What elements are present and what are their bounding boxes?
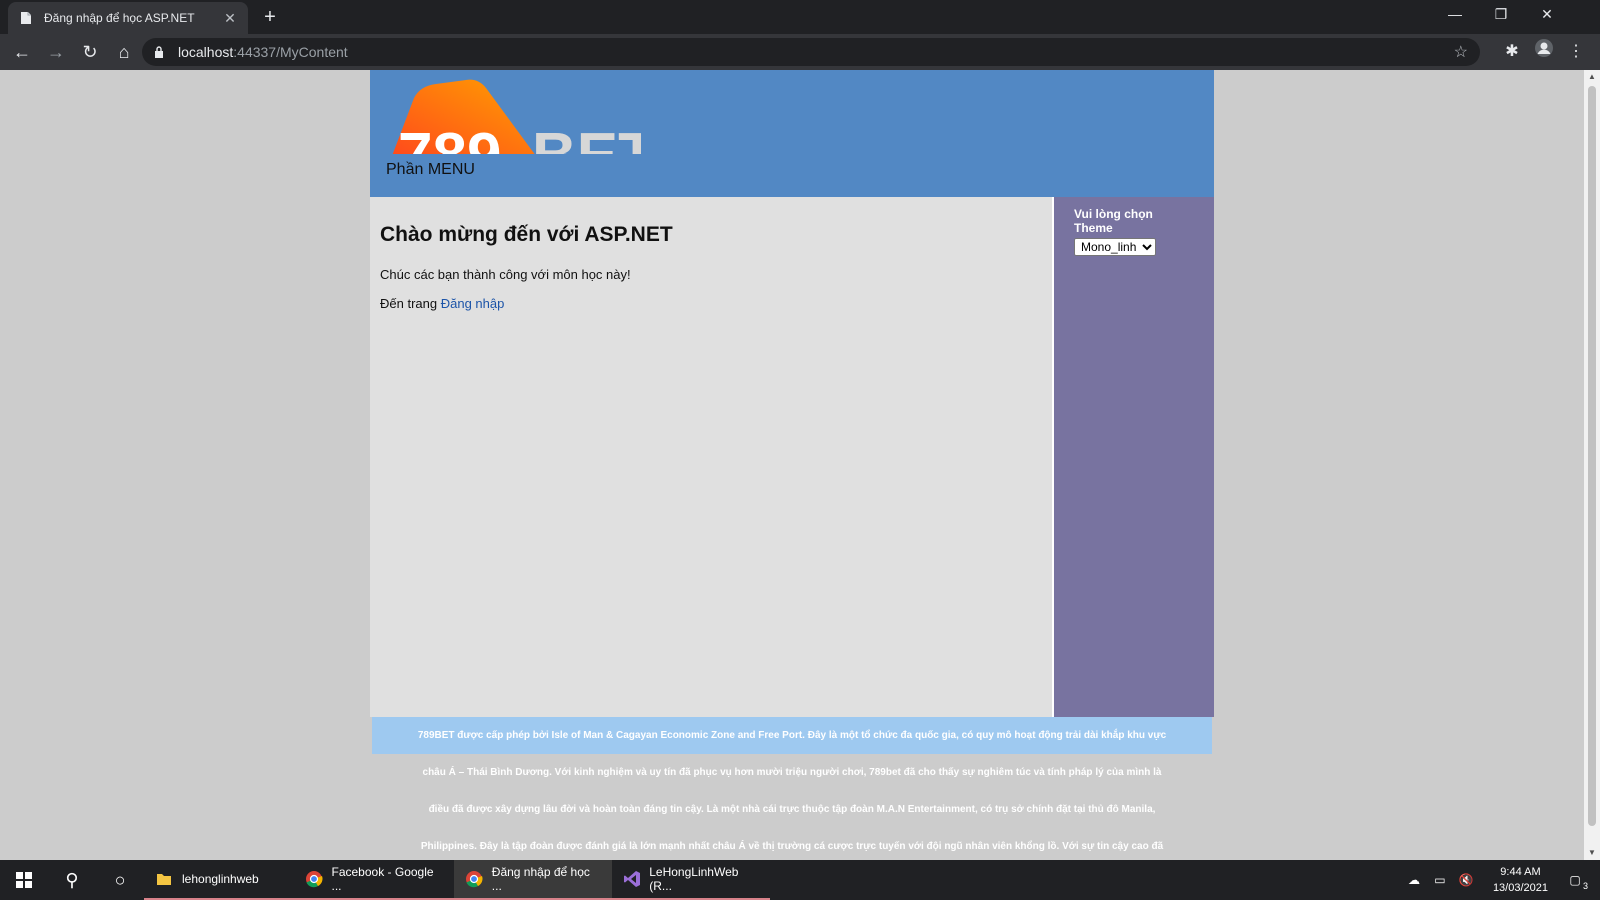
taskbar-clock[interactable]: 9:44 AM 13/03/2021 <box>1493 864 1548 896</box>
system-tray: ☁ ▭ 🔇 9:44 AM 13/03/2021 ▢ 3 <box>1401 860 1600 900</box>
taskbar-item[interactable]: LeHongLinhWeb (R... <box>612 860 770 900</box>
restore-button[interactable]: ❐ <box>1478 0 1524 30</box>
site-header: 789 BET Phần MENU <box>370 70 1214 197</box>
notifications-icon[interactable]: ▢ 3 <box>1564 873 1588 891</box>
cortana-icon[interactable]: ○ <box>96 860 144 900</box>
scroll-up-arrow-icon[interactable]: ▲ <box>1584 70 1600 84</box>
goto-line: Đến trang Đăng nhập <box>380 296 1042 311</box>
theme-select[interactable]: Mono_linh <box>1074 238 1156 256</box>
footer-line: 789BET được cấp phép bởi Isle of Man & C… <box>372 717 1212 754</box>
main-content: Chào mừng đến với ASP.NET Chúc các bạn t… <box>370 197 1052 717</box>
windows-taskbar: ⚲ ○ lehonglinhweb Facebook - Google ... … <box>0 860 1600 900</box>
browser-tab-strip: Đăng nhập để học ASP.NET ✕ + — ❐ ✕ <box>0 0 1600 34</box>
onedrive-icon[interactable]: ☁ <box>1403 873 1425 887</box>
taskbar-item-label: LeHongLinhWeb (R... <box>649 865 739 893</box>
address-bar[interactable]: localhost:44337/MyContent ☆ <box>142 38 1480 66</box>
new-tab-button[interactable]: + <box>258 5 282 29</box>
footer-line: Philippines. Đây là tập đoàn được đánh g… <box>420 841 1164 852</box>
windows-logo-icon <box>16 872 32 888</box>
network-icon[interactable]: ▭ <box>1429 873 1451 887</box>
footer-line: châu Á – Thái Bình Dương. Với kinh nghiệ… <box>422 767 1162 778</box>
url-host: localhost <box>178 44 234 60</box>
login-link[interactable]: Đăng nhập <box>441 296 505 311</box>
taskbar-item-active[interactable]: Đăng nhập để học ... <box>454 860 612 900</box>
volume-muted-icon[interactable]: 🔇 <box>1455 873 1477 887</box>
lock-icon <box>154 46 166 58</box>
taskbar-item[interactable]: Facebook - Google ... <box>294 860 454 900</box>
site-footer: 789BET được cấp phép bởi Isle of Man & C… <box>370 717 1214 860</box>
home-button[interactable]: ⌂ <box>108 36 140 68</box>
folder-icon <box>154 869 174 889</box>
profile-avatar[interactable] <box>1530 38 1558 66</box>
clock-date: 13/03/2021 <box>1492 882 1548 894</box>
chrome-icon <box>304 869 324 889</box>
minimize-button[interactable]: — <box>1432 0 1478 30</box>
clock-time: 9:44 AM <box>1500 866 1541 878</box>
svg-text:BET: BET <box>532 121 641 156</box>
tab-title: Đăng nhập để học ASP.NET <box>44 11 195 25</box>
page-favicon-icon <box>18 10 34 26</box>
window-close-button[interactable]: ✕ <box>1524 0 1570 30</box>
taskbar-item-label: lehonglinhweb <box>182 872 259 886</box>
visual-studio-icon <box>622 869 641 889</box>
scrollbar-thumb[interactable] <box>1588 86 1596 826</box>
forward-button[interactable]: → <box>40 36 72 68</box>
url-path: :44337/MyContent <box>233 44 348 60</box>
reload-button[interactable]: ↻ <box>74 36 106 68</box>
notification-count: 3 <box>1582 881 1588 891</box>
bookmark-star-icon[interactable]: ☆ <box>1454 42 1468 62</box>
theme-sidebar: Vui lòng chọn Theme Mono_linh <box>1054 197 1214 717</box>
page-heading: Chào mừng đến với ASP.NET <box>380 223 673 246</box>
taskbar-item-label: Đăng nhập để học ... <box>491 865 590 893</box>
page-scrollbar[interactable]: ▲ ▼ <box>1584 70 1600 860</box>
menu-label: Phần MENU <box>386 161 475 178</box>
search-icon[interactable]: ⚲ <box>48 860 96 900</box>
tab-close-icon[interactable]: ✕ <box>222 10 238 27</box>
extensions-icon[interactable]: ✱ <box>1498 38 1526 66</box>
footer-line: điều đã được xây dựng lâu đời và hoàn to… <box>428 804 1156 815</box>
back-button[interactable]: ← <box>6 36 38 68</box>
scroll-down-arrow-icon[interactable]: ▼ <box>1584 846 1600 860</box>
page-container: 789 BET Phần MENU Chào mừng đến với ASP.… <box>370 70 1214 860</box>
svg-text:789: 789 <box>398 121 501 156</box>
windows-start-button[interactable] <box>0 860 48 900</box>
theme-label: Vui lòng chọn Theme <box>1074 207 1153 235</box>
taskbar-item[interactable]: lehonglinhweb <box>144 860 294 900</box>
goto-prefix: Đến trang <box>380 296 438 311</box>
browser-tab[interactable]: Đăng nhập để học ASP.NET ✕ <box>8 2 248 34</box>
page-viewport: 789 BET Phần MENU Chào mừng đến với ASP.… <box>0 70 1584 860</box>
chrome-icon <box>464 869 484 889</box>
intro-text: Chúc các bạn thành công với môn học này! <box>380 267 631 282</box>
site-logo: 789 BET <box>392 79 641 156</box>
content-row: Chào mừng đến với ASP.NET Chúc các bạn t… <box>370 197 1214 717</box>
taskbar-item-label: Facebook - Google ... <box>331 865 434 893</box>
browser-menu-icon[interactable]: ⋮ <box>1562 38 1590 66</box>
